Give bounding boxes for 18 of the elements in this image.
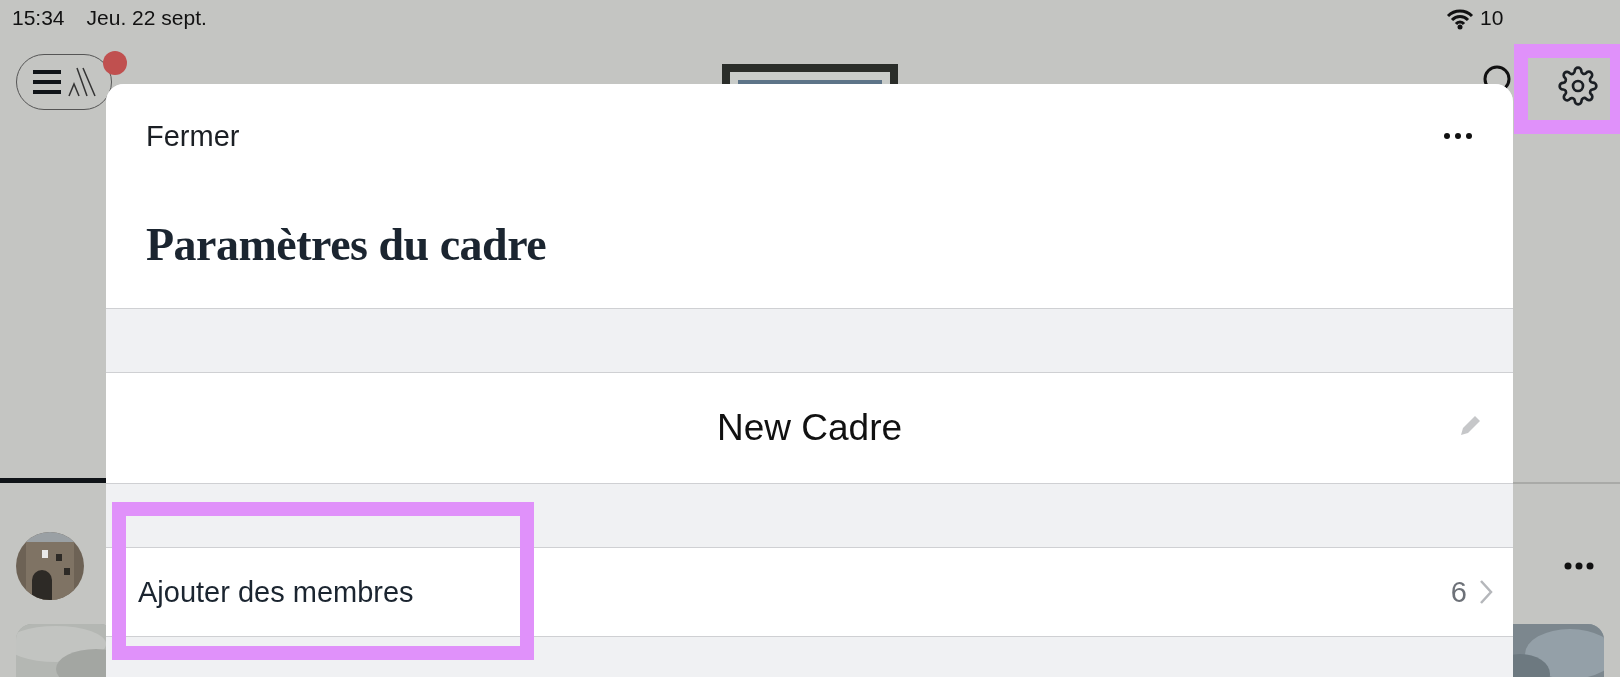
- status-date: Jeu. 22 sept.: [86, 6, 207, 30]
- battery-percent: 10: [1480, 6, 1504, 30]
- notification-dot: [103, 51, 127, 75]
- row-label: Ajouter des membres: [138, 575, 414, 609]
- frame-name: New Cadre: [716, 407, 903, 449]
- wifi-icon: [1446, 8, 1474, 30]
- sheet-title: Paramètres du cadre: [146, 217, 548, 272]
- chevron-icon: [1479, 579, 1493, 605]
- close-button[interactable]: Fermer: [146, 119, 240, 153]
- settings-icon[interactable]: [1558, 66, 1598, 106]
- more-icon[interactable]: [1443, 132, 1473, 140]
- more-icon[interactable]: [1563, 561, 1595, 571]
- status-time: 15:34: [12, 6, 65, 30]
- menu-icon: [33, 67, 61, 97]
- members-row[interactable]: Ajouter des membres 6: [106, 547, 1513, 637]
- name-row[interactable]: New Cadre: [106, 372, 1513, 484]
- member-count: 6: [1450, 575, 1467, 609]
- logo-icon: [67, 66, 97, 98]
